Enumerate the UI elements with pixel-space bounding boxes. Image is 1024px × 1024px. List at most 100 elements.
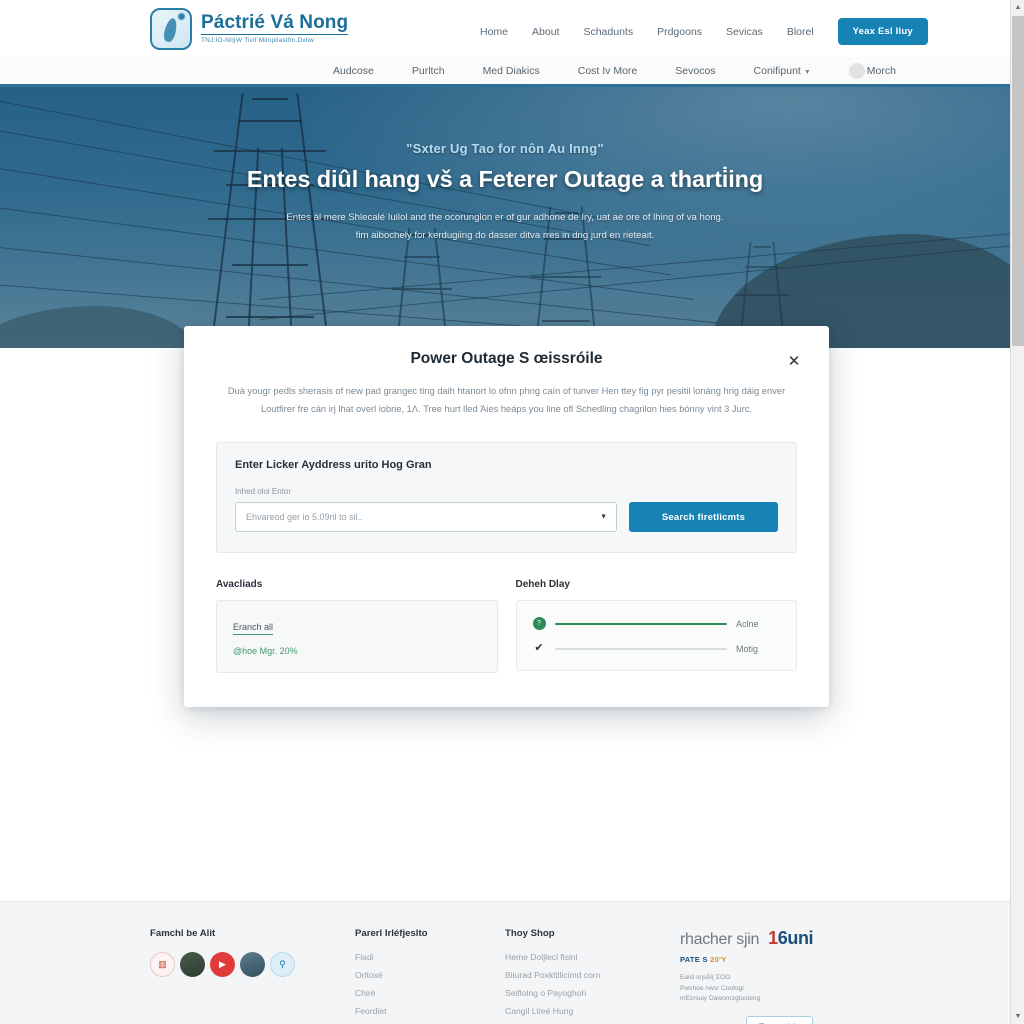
brand-text: Páctrié Vá Nong TNJ:IO-NI§W Tivif Miinpl… <box>201 11 349 45</box>
footer-link[interactable]: Orltoxé <box>355 970 505 980</box>
subnav-user-label: Morch <box>866 64 896 77</box>
hero-title: Entes diûl hang vš a Feterer Outage a th… <box>246 166 764 192</box>
footer-col2-heading: Parerl Irléfjeslto <box>355 928 428 939</box>
check-icon: ✔ <box>534 642 544 655</box>
brand-tagline: TNJ:IO-NI§W Tivif Miinpllastfm.Dxliw <box>201 36 315 44</box>
page-root: Páctrié Vá Nong TNJ:IO-NI§W Tivif Miinpl… <box>0 0 1010 1024</box>
subscribe-button[interactable]: Enscorble <box>746 1015 813 1024</box>
triangle-down-icon[interactable]: ▼ <box>1011 1009 1024 1024</box>
header-cta-button[interactable]: Yeax Esl Iluy <box>837 18 928 45</box>
triangle-up-icon[interactable]: ▲ <box>1011 0 1024 15</box>
site-header: Páctrié Vá Nong TNJ:IO-NI§W Tivif Miinpl… <box>0 0 1010 57</box>
leaf-book-logo-icon <box>150 7 192 50</box>
bank-icon[interactable]: ▥ <box>150 952 175 977</box>
address-search-panel: Enter Licker Ayddress urito Hog Gran Inh… <box>216 442 797 554</box>
avatar-person-icon[interactable] <box>240 952 265 977</box>
footer-col1-heading: Famchl be Alit <box>150 928 216 939</box>
results-area: Avacliads Eranch all @hoe Mgr. 20% Deheh… <box>216 579 797 674</box>
address-select[interactable]: Ehvareod ger io 5.09ril to sil.. <box>235 502 617 533</box>
primary-nav: Home About Schadunts Prdgoons Sevicas Bl… <box>480 18 928 45</box>
nav-item-blog[interactable]: Blorel <box>787 26 814 38</box>
scrollbar-thumb[interactable] <box>1012 16 1024 346</box>
search-button[interactable]: Search firetlicmts <box>629 502 778 533</box>
footer-column-info: Parerl Irléfjeslto Fladi Orltoxé Chiré F… <box>355 928 505 1024</box>
nav-item-services[interactable]: Sevicas <box>726 26 763 38</box>
nav-item-home[interactable]: Home <box>480 26 508 38</box>
footer-brand-red: 1 <box>768 928 778 948</box>
branch-stat: @hoe Mgr. 20% <box>233 646 298 657</box>
hero-banner: "Sxter Ug Tao for nôn Au Inng" Entes diû… <box>0 87 1010 348</box>
social-links: ▥ ▶ ⚲ <box>150 952 355 977</box>
availability-box: Eranch all @hoe Mgr. 20% <box>216 600 498 674</box>
hero-subtitle: Entes àl mere Shlecalé Iuilol and the oc… <box>120 209 890 244</box>
progress-bar-inactive <box>554 647 727 650</box>
modal-description: Duà yougr pedls sherasis of new pad gran… <box>227 386 786 415</box>
footer-link[interactable]: Seiflolng o Payoghoh <box>505 988 680 998</box>
secondary-nav: Audcose Purltch Med Diakics Cost Iv More… <box>0 57 1010 87</box>
hero-subtitle-line-2: fim aibochely for kerdugiing do dasser d… <box>355 229 655 241</box>
delay-heading: Deheh Dlay <box>515 579 570 591</box>
subnav-item-conifipunt[interactable]: Conifipunt ▼ <box>754 65 811 77</box>
nav-item-about[interactable]: About <box>532 26 559 38</box>
subnav-item-audcose[interactable]: Audcose <box>333 65 374 77</box>
subnav-item-med-diakics[interactable]: Med Diakics <box>483 65 540 77</box>
subnav-user-menu[interactable]: Morch <box>848 62 896 79</box>
nav-item-programs[interactable]: Prdgoons <box>657 26 702 38</box>
delay-column: Deheh Dlay ? Aclne ✔ Motig <box>515 579 797 673</box>
footer-col3-heading: Thoy Shop <box>505 928 555 939</box>
search-panel-title: Enter Licker Ayddress urito Hog Gran <box>235 459 432 472</box>
delay-row: ? Aclne <box>532 617 781 631</box>
footer-brand-left: rhacher sjin <box>680 931 760 948</box>
footer-col2-list: Fladi Orltoxé Chiré Feordiet <box>355 952 505 1016</box>
page-scrollbar[interactable]: ▲ ▼ <box>1010 0 1024 1024</box>
power-outage-modal: ✕ Power Outage S œissróile Duà yougr ped… <box>184 326 829 708</box>
modal-title: Power Outage S œissróile <box>410 350 603 367</box>
footer-column-shop: Thoy Shop Heme Doljlecl flsinl Bliurad P… <box>505 928 680 1024</box>
footer-column-brand: rhacher sjin 16uni PATE S 20'Y Eaisl sηs… <box>680 928 860 1024</box>
delay-row-label: Aclne <box>736 618 759 629</box>
site-footer: Famchl be Alit ▥ ▶ ⚲ Parerl Irléfjeslto … <box>0 901 1010 1024</box>
footer-brand-sub-blue: PATE S <box>680 955 711 964</box>
footer-link[interactable]: Fladi <box>355 952 505 962</box>
delay-box: ? Aclne ✔ Motig <box>515 600 797 672</box>
avatar-soldier-icon[interactable] <box>180 952 205 977</box>
availability-heading: Avacliads <box>216 579 263 591</box>
subnav-item-conifipunt-label: Conifipunt <box>753 64 801 77</box>
subnav-item-sevocos[interactable]: Sevocos <box>675 65 715 77</box>
close-icon[interactable]: ✕ <box>785 352 803 370</box>
footer-link[interactable]: Bliurad Poxkltllicimd corn <box>505 970 680 980</box>
delay-row-label: Motig <box>736 643 759 654</box>
footer-column-follow: Famchl be Alit ▥ ▶ ⚲ <box>150 928 355 1024</box>
footer-brand-subtitle: PATE S 20'Y <box>680 955 860 964</box>
nav-item-schedules[interactable]: Schadunts <box>583 26 633 38</box>
footer-link[interactable]: Cangil Ltieé Hung <box>505 1006 680 1016</box>
footer-link[interactable]: Chiré <box>355 988 505 998</box>
address-field-label: Inhed oloi Entor <box>235 487 292 497</box>
delay-row: ✔ Motig <box>533 643 781 654</box>
footer-brand-blue: 6uni <box>777 928 814 948</box>
footer-link[interactable]: Heme Doljlecl flsinl <box>505 952 680 962</box>
location-pin-icon[interactable]: ⚲ <box>270 952 295 977</box>
footer-address: Eaisl sηsδI( ΣOO Pwshoe nwsr Coofogi mΕz… <box>680 974 761 1003</box>
footer-subscribe-row: De Coing osvsze Enscorble <box>680 1015 860 1024</box>
address-select-wrapper: Ehvareod ger io 5.09ril to sil.. ▼ <box>235 502 617 533</box>
subnav-item-cost-iv-more[interactable]: Cost Iv More <box>578 65 638 77</box>
footer-link[interactable]: Feordiet <box>355 1006 505 1016</box>
brand-name: Páctrié Vá Nong <box>201 11 349 35</box>
hero-subtitle-line-1: Entes àl mere Shlecalé Iuilol and the oc… <box>286 212 724 223</box>
info-badge-icon: ? <box>532 617 546 631</box>
youtube-icon[interactable]: ▶ <box>210 952 235 977</box>
branch-link[interactable]: Eranch all <box>233 622 274 636</box>
search-row: Ehvareod ger io 5.09ril to sil.. ▼ Searc… <box>235 502 778 533</box>
availability-column: Avacliads Eranch all @hoe Mgr. 20% <box>216 579 498 674</box>
brand-logo[interactable]: Páctrié Vá Nong TNJ:IO-NI§W Tivif Miinpl… <box>150 7 349 50</box>
footer-brand-sub-orange: 20'Y <box>710 955 727 964</box>
chevron-down-icon: ▼ <box>803 68 811 76</box>
progress-bar-active <box>554 622 727 625</box>
hero-content: "Sxter Ug Tao for nôn Au Inng" Entes diû… <box>0 141 1010 244</box>
footer-col3-list: Heme Doljlecl flsinl Bliurad Poxkltllici… <box>505 952 680 1016</box>
avatar <box>848 62 865 79</box>
footer-brand: rhacher sjin 16uni <box>680 928 860 949</box>
subnav-item-purltch[interactable]: Purltch <box>412 65 445 77</box>
hero-kicker: "Sxter Ug Tao for nôn Au Inng" <box>406 141 604 156</box>
